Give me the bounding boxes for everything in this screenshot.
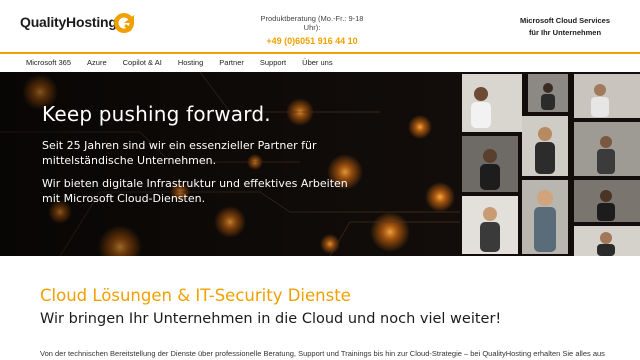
hero-paragraph-2: Wir bieten digitale Infrastruktur und ef… [42, 177, 348, 205]
hero-text-block: Keep pushing forward. Seit 25 Jahren sin… [42, 102, 362, 214]
nav-item-hosting[interactable]: Hosting [178, 58, 203, 67]
main-nav: Microsoft 365 Azure Copilot & AI Hosting… [0, 52, 640, 74]
video-conference-tiles [462, 74, 640, 256]
logo-text: QualityHosting [20, 14, 117, 30]
nav-item-support[interactable]: Support [260, 58, 286, 67]
logo-q-icon [114, 13, 134, 33]
section-body-text: Von der technischen Bereitstellung der D… [40, 349, 605, 358]
section-subtitle: Wir bringen Ihr Unternehmen in die Cloud… [40, 311, 502, 327]
contact-block: Produktberatung (Mo.-Fr.: 9-18 Uhr): +49… [252, 14, 372, 46]
section-title: Cloud Lösungen & IT-Security Dienste [40, 286, 351, 305]
cloud-services-line1: Microsoft Cloud Services [519, 16, 610, 25]
logo[interactable]: QualityHosting [20, 13, 134, 33]
hero-banner: Keep pushing forward. Seit 25 Jahren sin… [0, 72, 640, 256]
cloud-services-tagline: Microsoft Cloud Services für Ihr Unterne… [520, 15, 610, 39]
hero-title: Keep pushing forward. [42, 102, 271, 126]
contact-label: Produktberatung (Mo.-Fr.: 9-18 Uhr): [260, 14, 364, 32]
nav-item-copilot-ai[interactable]: Copilot & AI [123, 58, 162, 67]
nav-item-partner[interactable]: Partner [219, 58, 244, 67]
nav-item-ueber-uns[interactable]: Über uns [302, 58, 332, 67]
site-header: QualityHosting Produktberatung (Mo.-Fr.:… [0, 0, 640, 52]
contact-phone-link[interactable]: +49 (0)6051 916 44 10 [252, 36, 372, 46]
nav-item-microsoft-365[interactable]: Microsoft 365 [26, 58, 71, 67]
hero-paragraph-1: Seit 25 Jahren sind wir ein essenzieller… [42, 139, 317, 167]
cloud-services-line2: für Ihr Unternehmen [528, 28, 602, 37]
nav-item-azure[interactable]: Azure [87, 58, 107, 67]
